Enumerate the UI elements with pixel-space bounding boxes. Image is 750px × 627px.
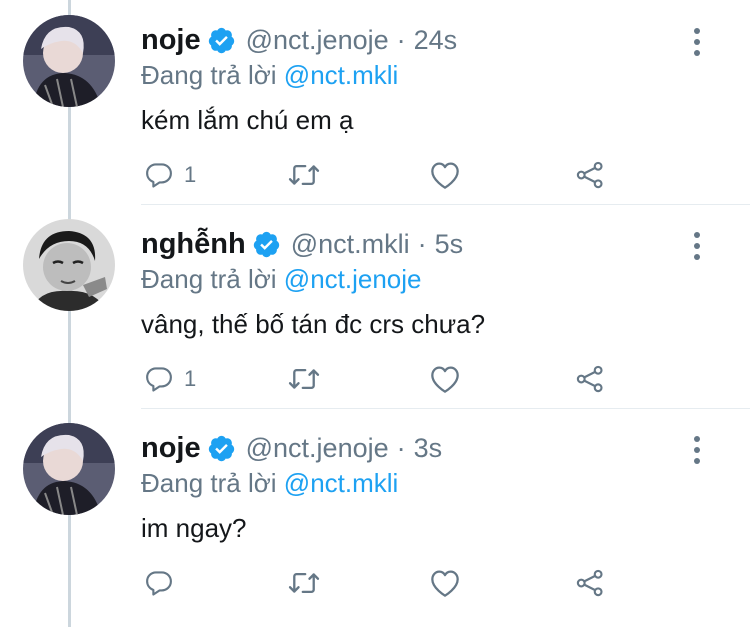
tweet-text: vâng, thế bố tán đc crs chưa? (141, 309, 486, 339)
separator: · (396, 24, 406, 55)
more-options-icon[interactable] (692, 232, 702, 260)
share-icon (576, 569, 603, 597)
mention-link[interactable]: @nct.jenoje (284, 264, 422, 294)
reply-count: 1 (184, 366, 197, 391)
reply-button[interactable]: 1 (144, 364, 196, 394)
avatar[interactable] (23, 423, 115, 515)
like-button[interactable] (429, 160, 461, 190)
reply-icon (146, 163, 172, 188)
verified-badge-icon (208, 435, 234, 461)
separator: · (417, 228, 427, 259)
share-button[interactable] (574, 160, 606, 190)
like-icon (431, 570, 459, 597)
like-icon (431, 162, 459, 189)
replying-to: Đang trả lời @nct.jenoje (141, 264, 422, 295)
share-button[interactable] (574, 364, 606, 394)
reply-button[interactable]: 1 (144, 160, 196, 190)
reply-count: 1 (184, 162, 197, 187)
timestamp[interactable]: 3s (414, 433, 443, 464)
replying-to: Đang trả lời @nct.mkli (141, 60, 398, 91)
like-icon (431, 366, 459, 393)
replying-to-label: Đang trả lời (141, 468, 277, 498)
replying-to: Đang trả lời @nct.mkli (141, 468, 398, 499)
retweet-button[interactable] (287, 160, 321, 190)
share-icon (576, 161, 603, 189)
display-name[interactable]: nghễnh (141, 228, 246, 261)
tweet-text: kém lắm chú em ạ (141, 105, 354, 135)
verified-badge-icon (208, 27, 234, 53)
replying-to-label: Đang trả lời (141, 60, 277, 90)
retweet-icon (288, 572, 320, 594)
retweet-button[interactable] (287, 568, 321, 598)
share-button[interactable] (574, 568, 606, 598)
retweet-icon (288, 164, 320, 186)
reply-icon (146, 571, 172, 596)
tweet[interactable]: noje @nct.jenoje · 24s Đang trả lời @nct… (0, 0, 750, 205)
reply-button[interactable] (144, 568, 184, 598)
separator: · (396, 432, 406, 463)
retweet-icon (288, 368, 320, 390)
tweet-text: im ngay? (141, 513, 247, 543)
mention-link[interactable]: @nct.mkli (284, 60, 399, 90)
like-button[interactable] (429, 568, 461, 598)
retweet-button[interactable] (287, 364, 321, 394)
replying-to-label: Đang trả lời (141, 264, 277, 294)
user-handle[interactable]: @nct.mkli (291, 229, 410, 260)
more-options-icon[interactable] (692, 436, 702, 464)
verified-badge-icon (253, 231, 279, 257)
tweet[interactable]: noje @nct.jenoje · 3s Đang trả lời @nct.… (0, 408, 750, 613)
avatar[interactable] (23, 219, 115, 311)
avatar[interactable] (23, 15, 115, 107)
share-icon (576, 365, 603, 393)
timestamp[interactable]: 5s (435, 229, 464, 260)
tweet[interactable]: nghễnh @nct.mkli · 5s Đang trả lời @nct.… (0, 204, 750, 409)
like-button[interactable] (429, 364, 461, 394)
reply-icon (146, 367, 172, 392)
timestamp[interactable]: 24s (414, 25, 458, 56)
display-name[interactable]: noje (141, 432, 201, 465)
more-options-icon[interactable] (692, 28, 702, 56)
mention-link[interactable]: @nct.mkli (284, 468, 399, 498)
display-name[interactable]: noje (141, 24, 201, 57)
user-handle[interactable]: @nct.jenoje (246, 25, 389, 56)
user-handle[interactable]: @nct.jenoje (246, 433, 389, 464)
